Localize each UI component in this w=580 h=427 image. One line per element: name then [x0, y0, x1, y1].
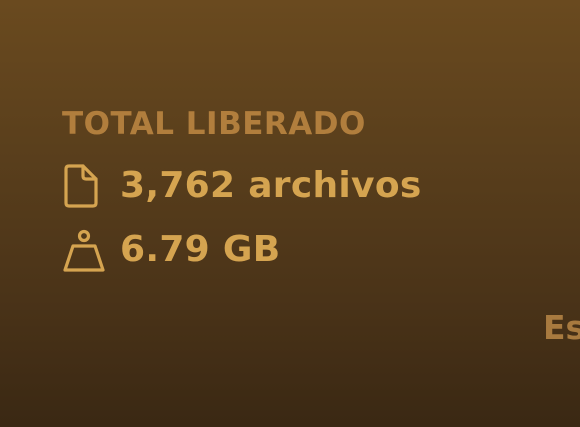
section-title: TOTAL LIBERADO [62, 106, 366, 142]
size-stat: 6.79 GB [62, 229, 522, 272]
total-freed-panel: TOTAL LIBERADO 3,762 archivos 6.79 GB [62, 104, 522, 272]
partial-label: Es [543, 308, 580, 347]
files-count: 3,762 archivos [120, 165, 422, 206]
document-icon [62, 164, 108, 208]
files-stat: 3,762 archivos [62, 164, 522, 208]
weight-icon [62, 228, 108, 272]
app-window: { "summary": { "title": "TOTAL LIBERADO"… [0, 0, 580, 427]
size-amount: 6.79 GB [120, 229, 281, 270]
